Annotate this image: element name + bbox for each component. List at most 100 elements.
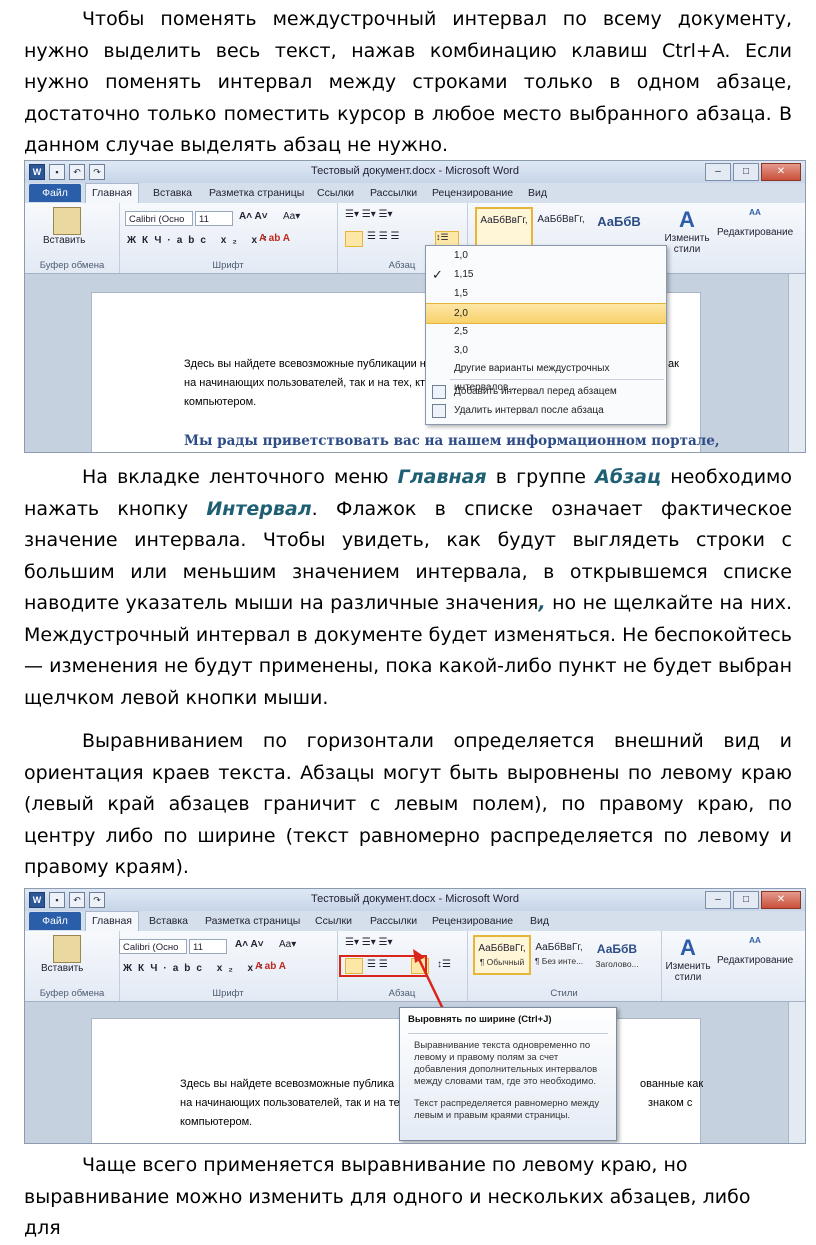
spacing-option-1-5[interactable]: 1,5 bbox=[426, 284, 666, 303]
tooltip-title: Выровнять по ширине (Ctrl+J) bbox=[408, 1014, 552, 1025]
font-size-combo[interactable]: 11 bbox=[189, 939, 227, 954]
checkmark-icon: ✓ bbox=[432, 267, 443, 282]
font-format-icons[interactable]: ЖКЧ·abc x₂ x² bbox=[127, 235, 272, 246]
style-normal[interactable]: АаБбВвГг, bbox=[475, 207, 533, 247]
font-name-combo[interactable]: Calibri (Осно bbox=[125, 211, 193, 226]
maximize-icon[interactable]: □ bbox=[733, 891, 759, 909]
space-before-icon bbox=[432, 385, 446, 399]
doc-line-2: на начинающих пользователей, так и на те… bbox=[184, 377, 432, 389]
align-left-icon[interactable] bbox=[345, 231, 363, 247]
justify-tooltip: Выровнять по ширине (Ctrl+J) Выравнивани… bbox=[399, 1007, 617, 1141]
paste-button[interactable]: Вставить bbox=[41, 963, 83, 974]
font-color-icon[interactable]: A ab A bbox=[259, 233, 290, 244]
tab-review[interactable]: Рецензирование bbox=[432, 187, 513, 199]
editing-icon: ᴬᴬ bbox=[749, 935, 761, 949]
remove-space-after[interactable]: Удалить интервал после абзаца bbox=[426, 401, 666, 420]
grow-font-icon[interactable]: A˄ A˅ bbox=[239, 211, 268, 222]
add-space-before[interactable]: Добавить интервал перед абзацем bbox=[426, 382, 666, 401]
change-styles-icon: A bbox=[679, 207, 695, 232]
spacing-option-1-15[interactable]: ✓ 1,15 bbox=[426, 265, 666, 284]
group-font: Calibri (Осно 11 A˄ A˅ Aa▾ ЖКЧ·abc x₂ x²… bbox=[119, 203, 338, 273]
tab-insert[interactable]: Вставка bbox=[153, 187, 192, 199]
group-label: Буфер обмена bbox=[39, 988, 105, 999]
group-label: Стили bbox=[550, 988, 578, 999]
doc-line-2: на начинающих пользователей, так и на те bbox=[180, 1097, 400, 1109]
doc-line-1: Здесь вы найдете всевозможные публика bbox=[180, 1078, 395, 1090]
change-case-icon[interactable]: Aa▾ bbox=[279, 939, 296, 950]
spacing-other-options[interactable]: Другие варианты междустрочных интервалов… bbox=[426, 359, 666, 393]
tab-file[interactable]: Файл bbox=[29, 912, 81, 930]
word-screenshot-alignment: W ▪ ↶ ↷ Тестовый документ.docx - Microso… bbox=[24, 888, 806, 1144]
tab-home[interactable]: Главная bbox=[85, 911, 139, 931]
spacing-option-3-0[interactable]: 3,0 bbox=[426, 341, 666, 360]
align-icons[interactable]: ☰ ☰ ☰ bbox=[367, 231, 399, 242]
style-heading[interactable]: АаБбВ bbox=[591, 207, 647, 245]
doc-line-1-tail: ак bbox=[668, 358, 679, 370]
font-name-combo[interactable]: Calibri (Осно bbox=[119, 939, 187, 954]
paste-icon[interactable] bbox=[53, 207, 81, 235]
maximize-icon[interactable]: □ bbox=[733, 163, 759, 181]
grow-font-icon[interactable]: A˄ A˅ bbox=[235, 939, 264, 950]
minimize-icon[interactable]: – bbox=[705, 891, 731, 909]
title-bar: W ▪ ↶ ↷ Тестовый документ.docx - Microso… bbox=[25, 161, 805, 183]
close-icon[interactable]: ✕ bbox=[761, 891, 801, 909]
tab-references[interactable]: Ссылки bbox=[317, 187, 354, 199]
word-screenshot-spacing: W ▪ ↶ ↷ Тестовый документ.docx - Microso… bbox=[24, 160, 806, 453]
vertical-scrollbar[interactable] bbox=[788, 274, 805, 452]
group-styles: АаБбВвГг, ¶ Обычный АаБбВвГг, ¶ Без инте..… bbox=[467, 931, 662, 1001]
tab-references[interactable]: Ссылки bbox=[315, 915, 352, 927]
group-label: Буфер обмена bbox=[39, 260, 105, 271]
style-no-spacing[interactable]: АаБбВвГг, ¶ Без инте... bbox=[531, 935, 587, 973]
tab-view[interactable]: Вид bbox=[530, 915, 549, 927]
font-format-icons[interactable]: ЖКЧ·abc x₂ x² bbox=[123, 963, 268, 974]
list-icons[interactable]: ☰▾ ☰▾ ☰▾ bbox=[345, 937, 393, 948]
tab-mailings[interactable]: Рассылки bbox=[370, 915, 417, 927]
space-after-icon bbox=[432, 404, 446, 418]
tab-view[interactable]: Вид bbox=[528, 187, 547, 199]
tab-page-layout[interactable]: Разметка страницы bbox=[205, 915, 300, 927]
change-styles-button[interactable]: A Изменить стили bbox=[661, 207, 713, 255]
minimize-icon[interactable]: – bbox=[705, 163, 731, 181]
tab-mailings[interactable]: Рассылки bbox=[370, 187, 417, 199]
group-label: Шрифт bbox=[212, 988, 244, 999]
window-title: Тестовый документ.docx - Microsoft Word bbox=[311, 165, 519, 177]
vertical-scrollbar[interactable] bbox=[788, 1002, 805, 1143]
doc-heading: Мы рады приветствовать вас на нашем инфо… bbox=[184, 433, 720, 449]
paste-icon[interactable] bbox=[53, 935, 81, 963]
menu-separator bbox=[450, 379, 664, 380]
tab-page-layout[interactable]: Разметка страницы bbox=[209, 187, 304, 199]
list-icons[interactable]: ☰▾ ☰▾ ☰▾ bbox=[345, 209, 393, 220]
editing-button[interactable]: ᴬᴬ Редактирование bbox=[717, 207, 793, 238]
style-no-spacing[interactable]: АаБбВвГг, bbox=[533, 207, 589, 245]
group-clipboard: Вставить Буфер обмена bbox=[25, 931, 120, 1001]
paste-button[interactable]: Вставить bbox=[43, 235, 85, 246]
font-size-combo[interactable]: 11 bbox=[195, 211, 233, 226]
line-spacing-menu: 1,0 ✓ 1,15 1,5 2,0 2,5 3,0 Другие вариант… bbox=[425, 245, 667, 425]
change-styles-button[interactable]: A Изменить стили bbox=[663, 935, 713, 983]
change-styles-icon: A bbox=[680, 935, 696, 960]
tooltip-text-1: Выравнивание текста одновременно по лево… bbox=[414, 1040, 598, 1087]
paragraph-2: На вкладке ленточного меню Главная в гру… bbox=[24, 466, 793, 709]
doc-line-1: Здесь вы найдете всевозможные публикации… bbox=[184, 358, 426, 370]
ribbon-tabs: Файл Главная Вставка Разметка страницы С… bbox=[25, 183, 805, 203]
doc-line-3: компьютером. bbox=[184, 396, 257, 408]
ribbon-tabs: Файл Главная Вставка Разметка страницы С… bbox=[25, 911, 805, 931]
doc-line-3: компьютером. bbox=[180, 1116, 253, 1128]
tab-home[interactable]: Главная bbox=[85, 183, 139, 203]
tab-review[interactable]: Рецензирование bbox=[432, 915, 513, 927]
editing-icon: ᴬᴬ bbox=[749, 207, 761, 221]
spacing-option-2-5[interactable]: 2,5 bbox=[426, 322, 666, 341]
style-normal[interactable]: АаБбВвГг, ¶ Обычный bbox=[473, 935, 531, 975]
paragraph-1: Чтобы поменять междустрочный интервал по… bbox=[24, 8, 792, 156]
doc-line-2-tail: знаком с bbox=[648, 1097, 693, 1109]
paragraph-3: Выравниванием по горизонтали определяетс… bbox=[24, 730, 792, 878]
change-case-icon[interactable]: Aa▾ bbox=[283, 211, 300, 222]
font-color-icon[interactable]: A ab A bbox=[255, 961, 286, 972]
close-icon[interactable]: ✕ bbox=[761, 163, 801, 181]
editing-button[interactable]: ᴬᴬ Редактирование bbox=[717, 935, 793, 966]
style-heading[interactable]: АаБбВ Заголово... bbox=[589, 935, 645, 973]
tab-insert[interactable]: Вставка bbox=[149, 915, 188, 927]
spacing-option-2-0[interactable]: 2,0 bbox=[426, 303, 666, 324]
tab-file[interactable]: Файл bbox=[29, 184, 81, 202]
spacing-option-1-0[interactable]: 1,0 bbox=[426, 246, 666, 265]
